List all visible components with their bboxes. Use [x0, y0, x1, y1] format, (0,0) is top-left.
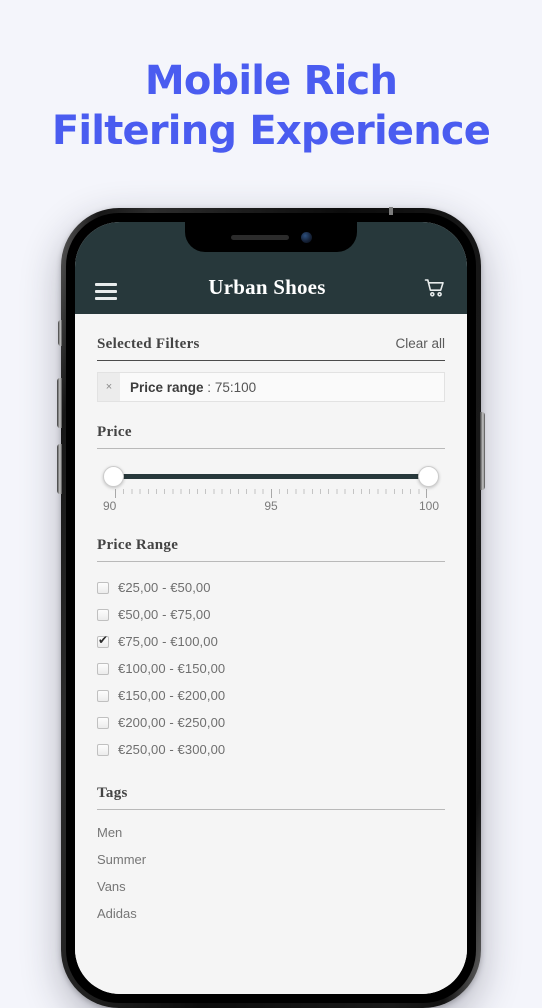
- price-range-title: Price Range: [97, 537, 179, 553]
- price-range-option-label: €75,00 - €100,00: [118, 634, 218, 649]
- list-item[interactable]: €25,00 - €50,00: [97, 574, 445, 601]
- promo-heading-line-1: Mobile Rich: [144, 58, 398, 104]
- price-slider-handle-min[interactable]: [103, 466, 124, 487]
- earpiece-speaker-icon: [230, 234, 289, 240]
- checkbox-icon[interactable]: [97, 743, 109, 756]
- checkbox-icon[interactable]: [97, 716, 109, 729]
- checkbox-icon[interactable]: [97, 608, 109, 621]
- shopping-cart-icon[interactable]: [423, 276, 447, 300]
- list-item[interactable]: Summer: [97, 846, 445, 873]
- price-slider-handle-max[interactable]: [418, 466, 439, 487]
- checkbox-icon[interactable]: [97, 581, 109, 594]
- filter-chip-separator: :: [203, 379, 215, 395]
- price-title: Price: [97, 424, 132, 440]
- tags-title: Tags: [97, 785, 128, 801]
- price-slider-track: [115, 474, 427, 479]
- antenna-band: [389, 207, 393, 215]
- price-slider-scale: 90 95 100: [103, 499, 439, 515]
- price-range-header: Price Range: [97, 515, 445, 562]
- price-scale-mid: 95: [264, 499, 278, 513]
- price-range-option-label: €25,00 - €50,00: [118, 580, 211, 595]
- page-title: Urban Shoes: [208, 275, 326, 299]
- filter-panel: Selected Filters Clear all × Price range…: [75, 314, 467, 994]
- price-slider[interactable]: 90 95 100: [97, 449, 445, 515]
- list-item[interactable]: €100,00 - €150,00: [97, 655, 445, 682]
- phone-mockup: Urban Shoes Selected Filters Clear all ×…: [57, 207, 485, 1008]
- price-range-option-label: €200,00 - €250,00: [118, 715, 226, 730]
- list-item[interactable]: Adidas: [97, 900, 445, 927]
- checkbox-icon[interactable]: [97, 689, 109, 702]
- price-scale-min: 90: [103, 499, 117, 513]
- front-camera-icon: [300, 231, 312, 243]
- promo-heading-line-2: Filtering Experience: [51, 108, 491, 154]
- filter-chip-label: Price range : 75:100: [120, 380, 256, 395]
- promo-heading: Mobile Rich Filtering Experience: [0, 56, 542, 156]
- list-item[interactable]: Vans: [97, 873, 445, 900]
- selected-filters-header: Selected Filters Clear all: [97, 314, 445, 361]
- price-range-option-label: €50,00 - €75,00: [118, 607, 211, 622]
- price-header: Price: [97, 402, 445, 449]
- price-slider-ticks: [115, 489, 427, 498]
- price-scale-max: 100: [418, 499, 439, 513]
- volume-down-button[interactable]: [57, 444, 62, 494]
- price-range-option-label: €150,00 - €200,00: [118, 688, 226, 703]
- filter-chip-name: Price range: [130, 379, 204, 395]
- filter-chip-value: 75:100: [214, 379, 257, 395]
- tags-list: Men Summer Vans Adidas: [97, 810, 445, 927]
- price-slider-rail[interactable]: [103, 466, 439, 488]
- phone-notch: [185, 222, 357, 252]
- price-range-options: €25,00 - €50,00 €50,00 - €75,00 €75,00 -…: [97, 562, 445, 763]
- volume-up-button[interactable]: [57, 378, 62, 428]
- list-item[interactable]: €200,00 - €250,00: [97, 709, 445, 736]
- list-item[interactable]: €50,00 - €75,00: [97, 601, 445, 628]
- remove-filter-icon[interactable]: ×: [98, 373, 120, 401]
- tags-header: Tags: [97, 763, 445, 810]
- clear-all-button[interactable]: Clear all: [395, 336, 445, 351]
- phone-screen: Urban Shoes Selected Filters Clear all ×…: [75, 222, 467, 994]
- list-item[interactable]: Men: [97, 819, 445, 846]
- checkbox-checked-icon[interactable]: [97, 633, 109, 648]
- list-item[interactable]: €75,00 - €100,00: [97, 628, 445, 655]
- price-range-option-label: €100,00 - €150,00: [118, 661, 226, 676]
- power-button[interactable]: [480, 412, 485, 490]
- list-item[interactable]: €150,00 - €200,00: [97, 682, 445, 709]
- silence-switch[interactable]: [58, 320, 62, 346]
- selected-filter-chips: × Price range : 75:100: [97, 361, 445, 402]
- checkbox-icon[interactable]: [97, 662, 109, 675]
- filter-chip[interactable]: × Price range : 75:100: [97, 372, 445, 402]
- list-item[interactable]: €250,00 - €300,00: [97, 736, 445, 763]
- price-range-option-label: €250,00 - €300,00: [118, 742, 226, 757]
- phone-bezel: Urban Shoes Selected Filters Clear all ×…: [66, 213, 476, 1003]
- selected-filters-title: Selected Filters: [97, 336, 200, 352]
